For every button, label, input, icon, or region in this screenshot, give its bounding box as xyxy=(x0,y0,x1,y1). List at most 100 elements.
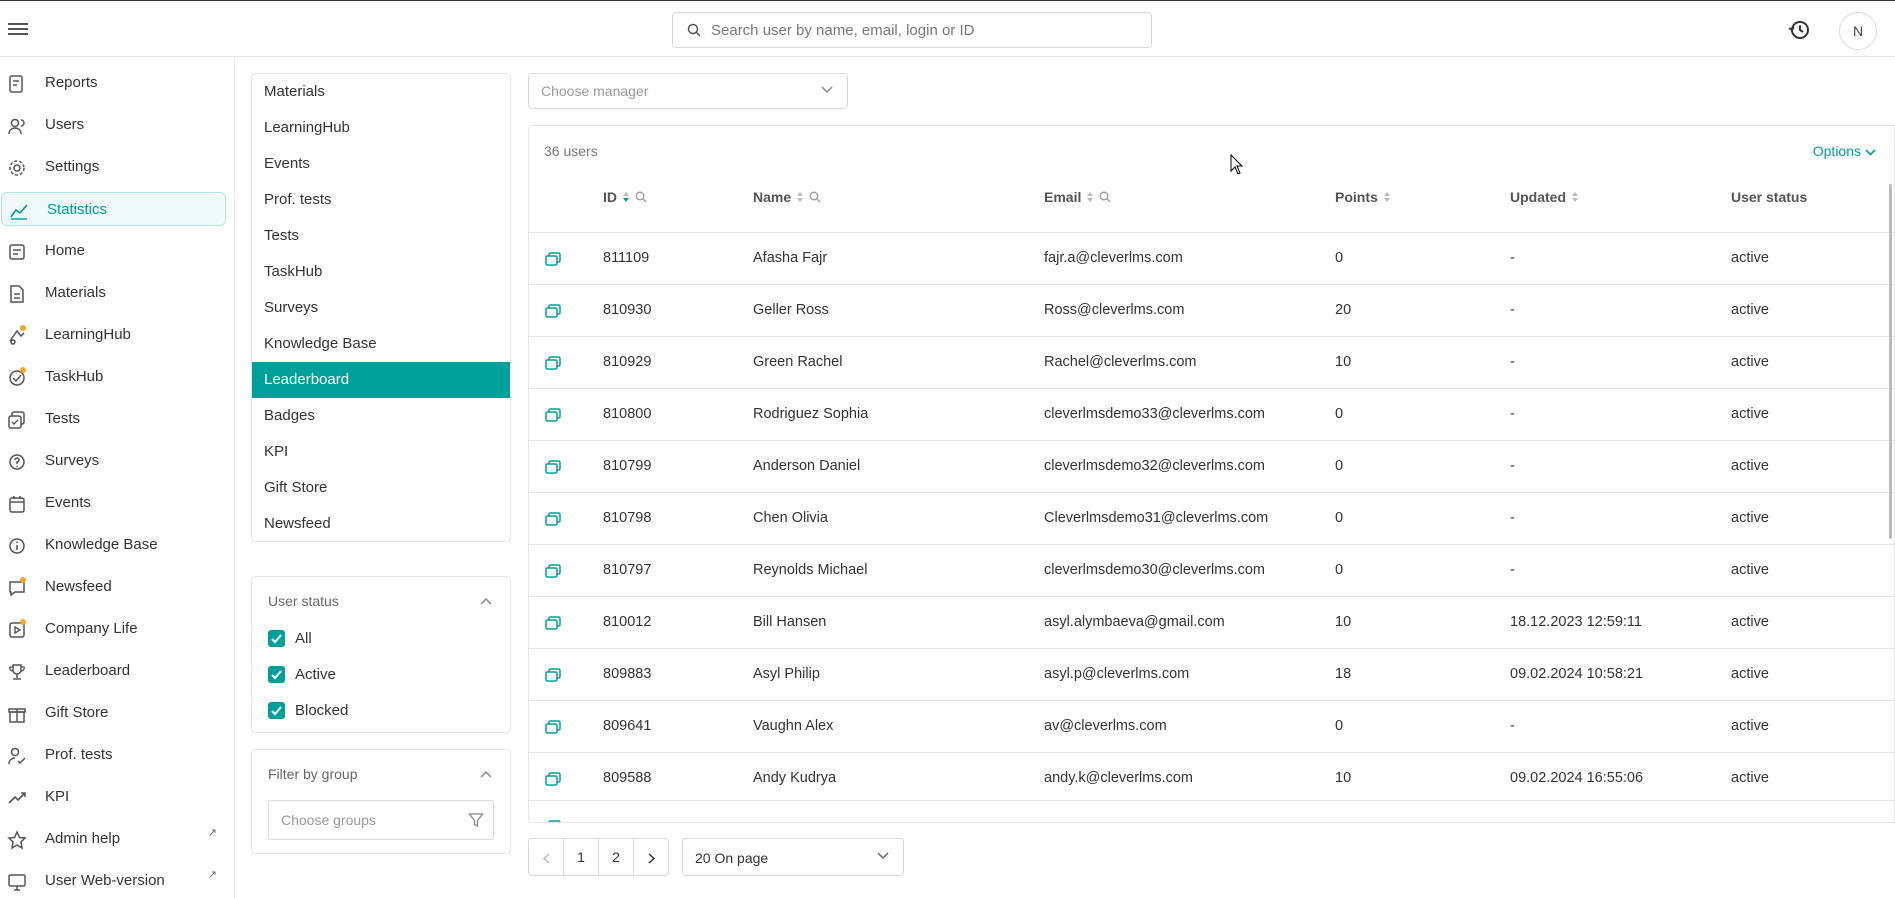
user-card-icon[interactable] xyxy=(545,408,561,422)
user-card-icon[interactable] xyxy=(545,616,561,630)
stats-menu-item-kpi[interactable]: KPI xyxy=(252,434,510,470)
next-page-button[interactable] xyxy=(633,838,669,876)
sidebar-item-home[interactable]: Home xyxy=(0,234,225,268)
table-row[interactable]: 809588 Andy Kudrya andy.k@cleverlms.com 10 0… xyxy=(529,752,1894,804)
cell-email: Ross@cleverlms.com xyxy=(1044,302,1185,318)
avatar[interactable]: N xyxy=(1839,12,1877,50)
sidebar-item-taskhub[interactable]: TaskHub xyxy=(0,360,225,394)
stats-menu-item-learninghub[interactable]: LearningHub xyxy=(252,110,510,146)
user-card-icon[interactable] xyxy=(545,772,561,786)
user-card-icon[interactable] xyxy=(545,820,561,823)
sidebar-item-materials[interactable]: Materials xyxy=(0,276,225,310)
cell-name: Bill Hansen xyxy=(753,614,827,630)
checkbox[interactable] xyxy=(268,665,285,683)
sort-icon[interactable] xyxy=(796,191,804,203)
table-row[interactable]: 809883 Asyl Philip asyl.p@cleverlms.com 18 0… xyxy=(529,648,1894,700)
sidebar-item-gift-store[interactable]: Gift Store xyxy=(0,696,225,730)
sidebar-item-surveys[interactable]: Surveys xyxy=(0,444,225,478)
table-row[interactable]: 810797 Reynolds Michael cleverlmsdemo30@cl… xyxy=(529,544,1894,596)
stats-menu-item-leaderboard[interactable]: Leaderboard xyxy=(252,362,510,398)
sidebar-item-prof-tests[interactable]: Prof. tests xyxy=(0,738,225,772)
cell-status: active xyxy=(1731,458,1769,474)
sort-icon[interactable] xyxy=(1571,191,1579,203)
filter-icon[interactable] xyxy=(468,812,484,828)
stats-menu-item-tests[interactable]: Tests xyxy=(252,218,510,254)
per-page-select[interactable]: 20 On page xyxy=(682,838,904,876)
table-scrollbar[interactable] xyxy=(1889,184,1892,539)
status-checkbox-active[interactable]: Active xyxy=(268,664,336,684)
stats-menu-item-newsfeed[interactable]: Newsfeed xyxy=(252,506,510,542)
table-row[interactable]: 810798 Chen Olivia Cleverlmsdemo31@cleverl… xyxy=(529,492,1894,544)
cell-points: 0 xyxy=(1335,562,1344,578)
cell-points: 0 xyxy=(1335,406,1344,422)
column-header-id[interactable]: ID xyxy=(603,189,647,205)
page-2-button[interactable]: 2 xyxy=(598,838,634,876)
cell-points: 10 xyxy=(1335,770,1352,786)
search-input[interactable] xyxy=(711,13,1141,47)
prev-page-button[interactable] xyxy=(528,838,564,876)
sidebar-item-tests[interactable]: Tests xyxy=(0,402,225,436)
groups-select[interactable]: Choose groups xyxy=(268,800,494,840)
sort-icon[interactable] xyxy=(1383,191,1391,203)
sidebar-item-user-web-version[interactable]: User Web-version ↗ xyxy=(0,864,225,898)
stats-menu-item-events[interactable]: Events xyxy=(252,146,510,182)
user-card-icon[interactable] xyxy=(545,512,561,526)
stats-menu-item-taskhub[interactable]: TaskHub xyxy=(252,254,510,290)
sidebar-item-knowledge-base[interactable]: Knowledge Base xyxy=(0,528,225,562)
search-icon[interactable] xyxy=(1099,191,1111,203)
sidebar-item-leaderboard[interactable]: Leaderboard xyxy=(0,654,225,688)
column-header-points[interactable]: Points xyxy=(1335,189,1391,205)
table-row[interactable]: 810929 Green Rachel Rachel@cleverlms.com 10… xyxy=(529,336,1894,388)
sidebar-item-users[interactable]: Users xyxy=(0,108,225,142)
table-row[interactable]: 810012 Bill Hansen asyl.alymbaeva@gmail.co… xyxy=(529,596,1894,648)
chevron-up-icon[interactable] xyxy=(480,770,492,778)
sidebar-item-admin-help[interactable]: Admin help ↗ xyxy=(0,822,225,856)
cell-id: 809641 xyxy=(603,718,652,734)
table-row[interactable]: 811109 Afasha Fajr fajr.a@cleverlms.com 0 - a… xyxy=(529,232,1894,284)
column-header-email[interactable]: Email xyxy=(1044,189,1111,205)
table-row[interactable]: 810930 Geller Ross Ross@cleverlms.com 20 - ac… xyxy=(529,284,1894,336)
sidebar-item-events[interactable]: Events xyxy=(0,486,225,520)
user-card-icon[interactable] xyxy=(545,304,561,318)
stats-menu-item-surveys[interactable]: Surveys xyxy=(252,290,510,326)
sidebar-item-learninghub[interactable]: LearningHub xyxy=(0,318,225,352)
column-header-user-status[interactable]: User status xyxy=(1731,189,1807,205)
stats-menu-item-gift-store[interactable]: Gift Store xyxy=(252,470,510,506)
search-icon[interactable] xyxy=(809,191,821,203)
sidebar-item-company-life[interactable]: Company Life xyxy=(0,612,225,646)
stats-menu-item-materials[interactable]: Materials xyxy=(252,74,510,110)
checkbox[interactable] xyxy=(268,629,285,647)
sidebar-item-settings[interactable]: Settings xyxy=(0,150,225,184)
column-header-name[interactable]: Name xyxy=(753,189,821,205)
sidebar-item-kpi[interactable]: KPI xyxy=(0,780,225,814)
sidebar-item-newsfeed[interactable]: Newsfeed xyxy=(0,570,225,604)
user-card-icon[interactable] xyxy=(545,460,561,474)
table-row[interactable]: 810799 Anderson Daniel cleverlmsdemo32@cle… xyxy=(529,440,1894,492)
cell-updated: - xyxy=(1510,458,1515,474)
status-checkbox-blocked[interactable]: Blocked xyxy=(268,700,348,720)
table-row[interactable]: 810800 Rodriguez Sophia cleverlmsdemo33@cl… xyxy=(529,388,1894,440)
checkbox[interactable] xyxy=(268,701,285,719)
chevron-up-icon[interactable] xyxy=(480,597,492,605)
sort-icon[interactable] xyxy=(1086,191,1094,203)
user-card-icon[interactable] xyxy=(545,564,561,578)
user-card-icon[interactable] xyxy=(545,668,561,682)
manager-select[interactable]: Choose manager xyxy=(528,73,848,109)
column-header-updated[interactable]: Updated xyxy=(1510,189,1579,205)
sidebar-item-reports[interactable]: Reports xyxy=(0,66,225,100)
sidebar-item-statistics[interactable]: Statistics xyxy=(1,192,226,226)
status-checkbox-all[interactable]: All xyxy=(268,628,312,648)
stats-menu-item-badges[interactable]: Badges xyxy=(252,398,510,434)
page-1-button[interactable]: 1 xyxy=(563,838,599,876)
stats-menu-item-knowledge-base[interactable]: Knowledge Base xyxy=(252,326,510,362)
table-row[interactable]: 809641 Vaughn Alex av@cleverlms.com 0 - activ… xyxy=(529,700,1894,752)
search-icon[interactable] xyxy=(635,191,647,203)
sort-icon[interactable] xyxy=(622,191,630,203)
history-icon[interactable] xyxy=(1787,17,1813,43)
user-card-icon[interactable] xyxy=(545,252,561,266)
menu-icon[interactable] xyxy=(8,20,28,38)
user-card-icon[interactable] xyxy=(545,356,561,370)
options-button[interactable]: Options xyxy=(1813,143,1876,159)
user-card-icon[interactable] xyxy=(545,720,561,734)
stats-menu-item-prof-tests[interactable]: Prof. tests xyxy=(252,182,510,218)
